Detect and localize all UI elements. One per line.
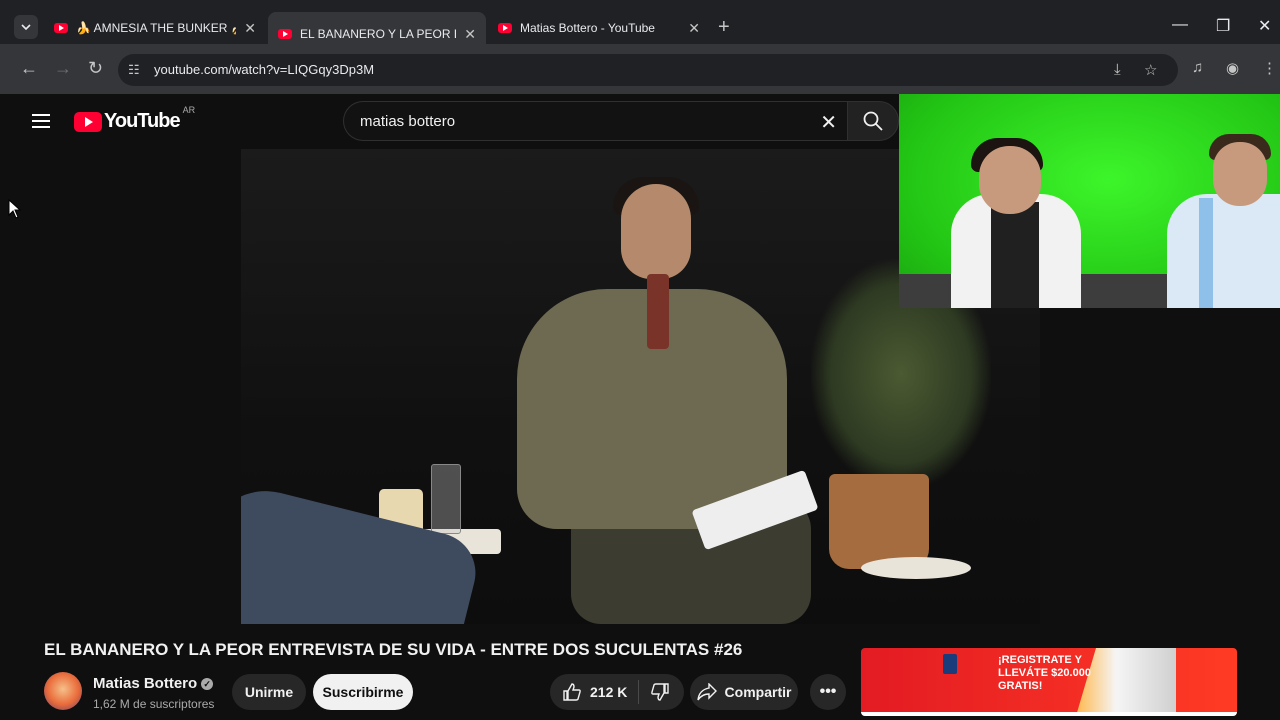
- tab-title: EL BANANERO Y LA PEOR ENTI: [300, 27, 456, 41]
- clear-icon[interactable]: ✕: [820, 110, 837, 135]
- youtube-wordmark: YouTube: [104, 110, 181, 132]
- new-tab-button[interactable]: +: [718, 16, 730, 39]
- media-icon[interactable]: ♫: [1192, 59, 1203, 76]
- menu-icon[interactable]: ⋮: [1262, 59, 1277, 77]
- tab-title: Matias Bottero - YouTube: [520, 21, 655, 35]
- plant-pot: [829, 474, 929, 569]
- youtube-logo[interactable]: YouTube AR: [74, 105, 195, 133]
- minimize-button[interactable]: —: [1172, 16, 1188, 34]
- video-title: EL BANANERO Y LA PEOR ENTREVISTA DE SU V…: [44, 640, 743, 659]
- like-divider: [638, 680, 639, 704]
- subscriber-count: 1,62 M de suscriptores: [93, 697, 215, 711]
- tab-title: 🍌 AMNESIA THE BUNKER 🍌 GU: [76, 21, 236, 35]
- channel-name[interactable]: Matias Bottero ✓: [93, 675, 214, 692]
- webcam-overlay: [899, 94, 1280, 308]
- youtube-play-icon: [74, 111, 102, 132]
- ad-bottom-bar: [861, 712, 1237, 716]
- side-stool: [861, 557, 971, 579]
- share-label: Compartir: [724, 684, 792, 700]
- address-bar[interactable]: ☷ youtube.com/watch?v=LIQGqy3Dp3M ⤓ ☆: [118, 54, 1178, 86]
- site-info-icon[interactable]: ☷: [128, 62, 140, 78]
- profile-icon[interactable]: ◉: [1226, 59, 1239, 77]
- share-button[interactable]: Compartir: [690, 674, 798, 710]
- search-icon: [863, 111, 883, 131]
- hamburger-icon[interactable]: [32, 114, 50, 132]
- close-icon[interactable]: ✕: [244, 20, 256, 37]
- drink-can: [647, 274, 669, 349]
- youtube-page: YouTube AR matias bottero ✕ EL BANANERO …: [8, 94, 1280, 720]
- subscribe-button[interactable]: Suscribirme: [313, 674, 413, 710]
- forward-icon[interactable]: →: [54, 58, 72, 79]
- streamer-left-vest: [991, 202, 1039, 308]
- region-code: AR: [182, 104, 196, 115]
- screen: 🍌 AMNESIA THE BUNKER 🍌 GU ✕ EL BANANERO …: [0, 0, 1280, 720]
- like-count: 212 K: [590, 684, 628, 700]
- verified-badge-icon: ✓: [201, 678, 214, 690]
- install-icon[interactable]: ⤓: [1114, 61, 1121, 78]
- share-icon: [696, 683, 717, 701]
- ad-players-image: [1076, 648, 1176, 716]
- back-icon[interactable]: ←: [20, 58, 38, 79]
- close-icon[interactable]: ✕: [464, 26, 476, 43]
- channel-name-text[interactable]: Matias Bottero: [93, 675, 197, 692]
- like-dislike-bar: 212 K: [550, 674, 684, 710]
- youtube-favicon: [54, 23, 68, 33]
- more-icon[interactable]: •••: [810, 674, 846, 710]
- guest-head: [621, 184, 691, 279]
- youtube-favicon: [498, 23, 512, 33]
- like-icon: [563, 683, 581, 701]
- tab-amnesia[interactable]: 🍌 AMNESIA THE BUNKER 🍌 GU ✕: [44, 12, 266, 44]
- youtube-favicon: [278, 29, 292, 39]
- close-window-button[interactable]: ✕: [1258, 16, 1271, 36]
- search-input[interactable]: matias bottero ✕: [343, 101, 847, 141]
- close-icon[interactable]: ✕: [688, 20, 700, 37]
- browser-toolbar: ← → ↻ ☷ youtube.com/watch?v=LIQGqy3Dp3M …: [0, 44, 1280, 94]
- streamer-left-head: [979, 146, 1041, 214]
- channel-avatar[interactable]: [44, 672, 82, 710]
- reload-icon[interactable]: ↻: [88, 58, 103, 79]
- dislike-icon: [651, 683, 669, 701]
- search-query[interactable]: matias bottero: [360, 113, 455, 130]
- ad-banner[interactable]: ¡REGISTRATE Y LLEVÁTE $20.000 GRATIS!: [861, 648, 1237, 716]
- join-button[interactable]: Unirme: [232, 674, 306, 710]
- bookmark-star-icon[interactable]: ☆: [1144, 61, 1157, 79]
- search-button[interactable]: [847, 101, 899, 141]
- dislike-button[interactable]: [650, 682, 670, 707]
- mouse-cursor-icon: [8, 199, 22, 219]
- streamer-right-head: [1213, 142, 1267, 206]
- ad-text: ¡REGISTRATE Y LLEVÁTE $20.000 GRATIS!: [998, 654, 1091, 692]
- streamer-right-jersey: [1167, 194, 1280, 308]
- ad-brand-logo-icon: [943, 654, 957, 674]
- url-text[interactable]: youtube.com/watch?v=LIQGqy3Dp3M: [154, 62, 374, 77]
- restore-button[interactable]: ❐: [1216, 16, 1230, 36]
- jersey-stripe: [1199, 198, 1213, 308]
- tab-search-icon[interactable]: [14, 15, 38, 39]
- water-glass: [431, 464, 461, 534]
- like-button[interactable]: 212 K: [562, 682, 627, 702]
- tab-matias-bottero[interactable]: Matias Bottero - YouTube ✕: [488, 12, 710, 44]
